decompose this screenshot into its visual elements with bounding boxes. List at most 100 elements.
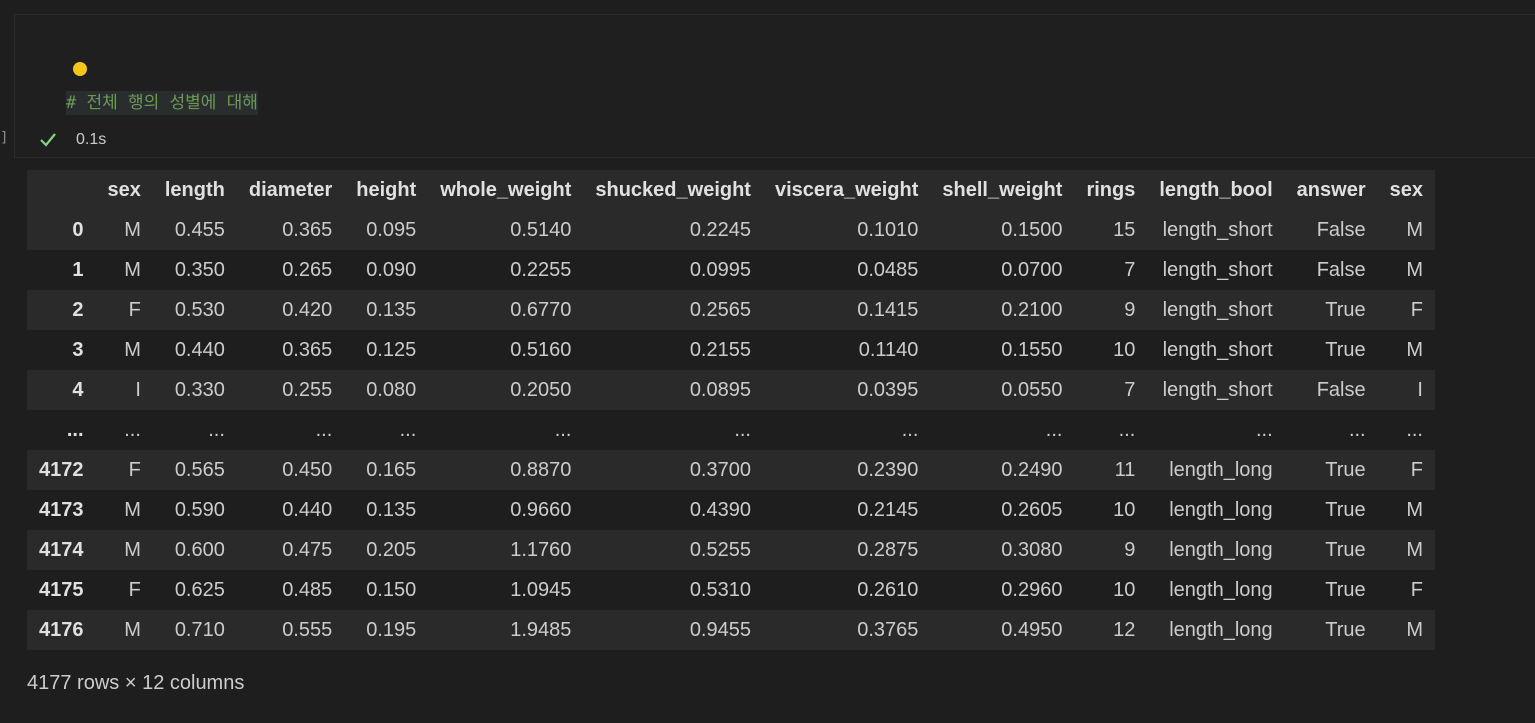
row-index: ... xyxy=(66,418,84,441)
table-cell: 9 xyxy=(1124,538,1136,561)
column-header: sex xyxy=(1389,178,1423,201)
table-cell: 0.350 xyxy=(174,258,225,281)
table-cell: 0.9455 xyxy=(689,618,751,641)
table-cell: 0.1010 xyxy=(857,218,919,241)
row-index: 1 xyxy=(72,258,84,281)
table-row: 2 F 0.530 0.420 0.135 0.6770 0.2565 0.1415 0.210… xyxy=(27,290,1435,330)
table-cell: length_long xyxy=(1169,578,1273,601)
row-index: 2 xyxy=(72,298,84,321)
table-cell: 0.205 xyxy=(366,538,417,561)
table-cell: 10 xyxy=(1113,338,1136,361)
row-index: 0 xyxy=(72,218,84,241)
table-cell: M xyxy=(124,338,141,361)
table-cell: M xyxy=(124,538,141,561)
table-row: 3 M 0.440 0.365 0.125 0.5160 0.2155 0.1140 0.155… xyxy=(27,330,1435,370)
table-cell: 0.2255 xyxy=(510,258,572,281)
table-cell: 0.0995 xyxy=(689,258,751,281)
table-cell: 0.5160 xyxy=(510,338,572,361)
row-index: 4176 xyxy=(39,618,84,641)
table-cell: True xyxy=(1325,618,1366,641)
table-cell: F xyxy=(1410,298,1423,321)
table-cell: 0.3765 xyxy=(857,618,919,641)
table-cell: 11 xyxy=(1114,458,1136,481)
column-header: diameter xyxy=(248,178,333,201)
table-cell: 10 xyxy=(1113,578,1136,601)
table-cell: 0.3080 xyxy=(1001,538,1063,561)
table-cell: False xyxy=(1316,258,1366,281)
table-header-row: sex length diameter height whole_weight shuck… xyxy=(27,170,1435,210)
table-cell: True xyxy=(1325,578,1366,601)
table-cell: F xyxy=(128,298,141,321)
table-cell: 0.2100 xyxy=(1001,298,1063,321)
table-cell: 0.1500 xyxy=(1001,218,1063,241)
row-index: 4 xyxy=(72,378,84,401)
table-cell: 0.455 xyxy=(174,218,225,241)
table-cell: 7 xyxy=(1124,378,1136,401)
table-cell: 0.365 xyxy=(282,218,333,241)
table-cell: 0.1140 xyxy=(858,338,919,361)
table-cell: 0.2875 xyxy=(857,538,919,561)
table-cell: M xyxy=(124,618,141,641)
table-cell: 0.365 xyxy=(282,338,333,361)
table-cell: 0.2155 xyxy=(689,338,751,361)
execution-status: 0.1s xyxy=(38,128,106,152)
table-cell: 0.9660 xyxy=(510,498,572,521)
table-cell: 0.2605 xyxy=(1001,498,1063,521)
column-header: rings xyxy=(1086,178,1136,201)
table-cell: 9 xyxy=(1124,298,1136,321)
lightbulb-icon[interactable] xyxy=(73,62,87,76)
table-cell: ... xyxy=(1118,418,1136,441)
table-cell: True xyxy=(1325,538,1366,561)
column-header: answer xyxy=(1296,178,1366,201)
table-cell: M xyxy=(1406,218,1423,241)
table-cell: 0.0485 xyxy=(857,258,919,281)
table-cell: ... xyxy=(315,418,333,441)
table-cell: 0.2565 xyxy=(689,298,751,321)
table-cell: 0.600 xyxy=(174,538,225,561)
table-cell: False xyxy=(1316,218,1366,241)
table-cell: False xyxy=(1316,378,1366,401)
table-cell: 0.5310 xyxy=(689,578,751,601)
table-cell: ... xyxy=(208,418,225,441)
table-cell: 0.2145 xyxy=(857,498,919,521)
table-cell: M xyxy=(1406,258,1423,281)
column-header: shell_weight xyxy=(942,178,1063,201)
table-cell: length_short xyxy=(1162,258,1273,281)
table-cell: 1.9485 xyxy=(510,618,572,641)
table-cell: 10 xyxy=(1113,498,1136,521)
table-cell: 0.590 xyxy=(174,498,225,521)
table-cell: 0.0895 xyxy=(689,378,751,401)
table-cell: 0.255 xyxy=(282,378,333,401)
table-cell: 0.135 xyxy=(366,498,417,521)
code-line-1: # 전체 행의 성별에 대해 xyxy=(66,89,547,118)
table-row: 4 I 0.330 0.255 0.080 0.2050 0.0895 0.0395 0.055… xyxy=(27,370,1435,410)
table-cell: 1.1760 xyxy=(510,538,572,561)
table-cell: 0.165 xyxy=(366,458,417,481)
row-index: 4172 xyxy=(39,458,84,481)
table-cell: ... xyxy=(1256,418,1273,441)
table-cell: ... xyxy=(1348,418,1366,441)
table-cell: 0.420 xyxy=(282,298,333,321)
table-cell: True xyxy=(1325,298,1366,321)
table-cell: 0.8870 xyxy=(510,458,572,481)
table-cell: 0.5140 xyxy=(510,218,572,241)
table-cell: 0.0550 xyxy=(1001,378,1063,401)
table-cell: 0.330 xyxy=(174,378,225,401)
table-cell: 0.2610 xyxy=(857,578,919,601)
table-cell: ... xyxy=(734,418,751,441)
table-cell: 0.485 xyxy=(282,578,333,601)
table-cell: M xyxy=(1406,538,1423,561)
table-cell: 0.1550 xyxy=(1001,338,1063,361)
table-cell: 0.195 xyxy=(366,618,417,641)
table-cell: 1.0945 xyxy=(510,578,572,601)
table-row: ....................................... xyxy=(27,410,1435,450)
table-row: 4176 M 0.710 0.555 0.195 1.9485 0.9455 0.3765 0.… xyxy=(27,610,1435,650)
table-cell: 0.2490 xyxy=(1001,458,1063,481)
table-cell: length_short xyxy=(1162,378,1273,401)
table-cell: 0.555 xyxy=(282,618,333,641)
table-cell: 0.135 xyxy=(366,298,417,321)
table-cell: 12 xyxy=(1113,618,1136,641)
table-cell: length_long xyxy=(1169,458,1273,481)
table-cell: length_long xyxy=(1169,498,1273,521)
column-header: sex xyxy=(107,178,141,201)
